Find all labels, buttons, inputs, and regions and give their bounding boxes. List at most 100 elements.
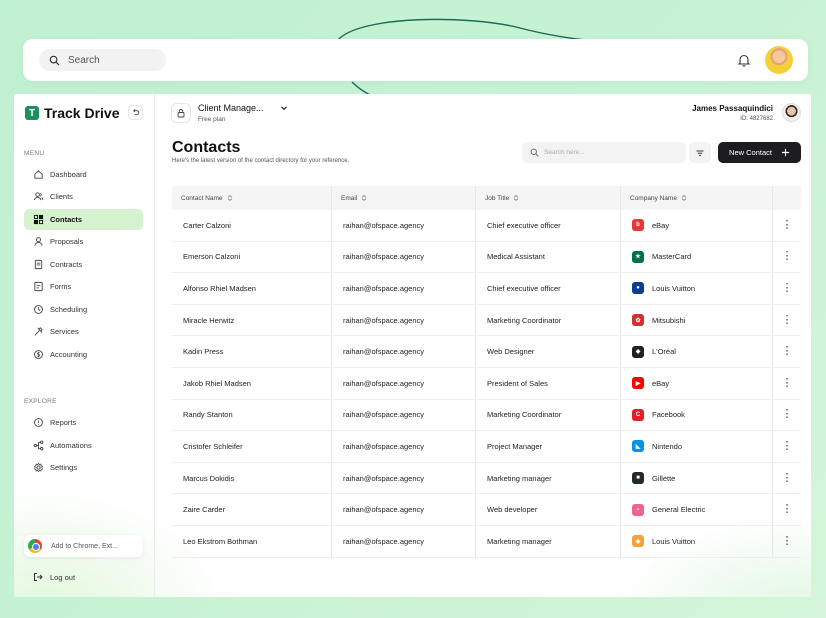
table-row[interactable]: Randy Stanton raihan@ofspace.agency Market… <box>172 399 801 432</box>
contact-search-input[interactable]: Search here... <box>522 142 686 163</box>
table-row[interactable]: Zaire Carder raihan@ofspace.agency Web dev… <box>172 494 801 526</box>
more-options-icon[interactable]: ⋮ <box>782 346 793 357</box>
contact-email: raihan@ofspace.agency <box>343 347 424 357</box>
column-header-label: Job Title <box>485 194 510 202</box>
table-row[interactable]: Emerson Calzoni raihan@ofspace.agency Medi… <box>172 241 801 274</box>
more-options-icon[interactable]: ⋮ <box>782 282 793 294</box>
contact-email: raihan@ofspace.agency <box>343 378 424 388</box>
column-header-company-name[interactable]: Company Name <box>621 186 773 210</box>
more-options-icon[interactable]: ⋮ <box>782 504 793 515</box>
table-row[interactable]: Alfonso Rhiel Madsen raihan@ofspace.agenc… <box>172 273 801 305</box>
bell-icon[interactable] <box>737 53 751 67</box>
workspace-switcher[interactable]: Client Manage... Free plan <box>171 103 288 123</box>
more-options-icon[interactable]: ⋮ <box>782 472 793 484</box>
table-row[interactable]: Jakob Rhiel Madsen raihan@ofspace.agency P… <box>172 367 801 400</box>
company-logo-icon: ▪ <box>632 503 644 516</box>
add-to-chrome-button[interactable]: Add to Chrome, Ext... <box>24 535 143 557</box>
table-row[interactable]: Leo Ekstrom Bothman raihan@ofspace.agency… <box>172 525 801 558</box>
sidebar-item-label: Contacts <box>50 215 83 224</box>
collapse-sidebar-button[interactable] <box>128 105 143 120</box>
email-cell: raihan@ofspace.agency <box>332 304 476 336</box>
job-title: President of Sales <box>487 378 548 388</box>
more-options-icon[interactable]: ⋮ <box>782 409 793 420</box>
sidebar-item-reports[interactable]: Reports <box>24 412 143 433</box>
sidebar: T Track Drive MENU Dashboard Clients Con… <box>14 94 155 597</box>
job-title-cell: Web developer <box>476 494 621 525</box>
email-cell: raihan@ofspace.agency <box>332 462 476 494</box>
automation-icon <box>33 440 44 451</box>
contact-name-cell: Carter Calzoni <box>172 210 332 241</box>
profile-avatar[interactable] <box>765 46 793 74</box>
user-name: James Passaquindici <box>692 104 773 113</box>
lock-icon <box>177 109 185 118</box>
sidebar-item-contracts[interactable]: Contracts <box>24 254 143 275</box>
sidebar-item-forms[interactable]: Forms <box>24 276 143 297</box>
job-title: Web Designer <box>487 347 535 357</box>
email-cell: raihan@ofspace.agency <box>332 273 476 304</box>
sidebar-item-accounting[interactable]: Accounting <box>24 344 143 365</box>
contact-email: raihan@ofspace.agency <box>343 220 424 230</box>
contact-name-cell: Marcus Dokidis <box>172 462 332 494</box>
users-icon <box>33 192 44 201</box>
table-row[interactable]: Kadin Press raihan@ofspace.agency Web Desi… <box>172 336 801 368</box>
column-header-job-title[interactable]: Job Title <box>476 186 621 210</box>
sidebar-item-scheduling[interactable]: Scheduling <box>24 299 143 320</box>
page-title: Contacts <box>172 139 241 156</box>
contact-name-cell: Alfonso Rhiel Madsen <box>172 273 332 304</box>
contact-name-cell: Leo Ekstrom Bothman <box>172 525 332 557</box>
column-header-actions <box>773 186 801 210</box>
job-title: Marketing Coordinator <box>487 410 562 420</box>
sidebar-item-proposals[interactable]: Proposals <box>24 231 143 252</box>
row-actions: ⋮ <box>773 494 801 525</box>
contact-search-placeholder: Search here... <box>544 149 585 156</box>
column-header-contact-name[interactable]: Contact Name <box>172 186 332 210</box>
top-bar: Search <box>23 39 808 81</box>
table-row[interactable]: Marcus Dokidis raihan@ofspace.agency Marke… <box>172 462 801 495</box>
app-window: T Track Drive MENU Dashboard Clients Con… <box>14 94 811 597</box>
sidebar-item-automations[interactable]: Automations <box>24 435 143 456</box>
company-cell: ✿ Mitsubishi <box>621 304 773 336</box>
contact-name: Emerson Calzoni <box>183 252 241 262</box>
column-header-email[interactable]: Email <box>332 186 476 210</box>
more-options-icon[interactable]: ⋮ <box>782 440 793 452</box>
more-options-icon[interactable]: ⋮ <box>782 219 793 231</box>
table-row[interactable]: Carter Calzoni raihan@ofspace.agency Chief… <box>172 210 801 242</box>
user-avatar[interactable] <box>782 103 801 122</box>
filter-icon <box>696 150 704 156</box>
more-options-icon[interactable]: ⋮ <box>782 251 793 262</box>
sidebar-item-label: Accounting <box>50 350 88 359</box>
global-search-input[interactable]: Search <box>39 49 166 71</box>
company-logo-icon: b <box>632 219 644 232</box>
job-title-cell: Chief executive officer <box>476 210 621 241</box>
logout-button[interactable]: Log out <box>33 572 75 582</box>
more-options-icon[interactable]: ⋮ <box>782 535 793 547</box>
company-name: Louis Vuitton <box>652 283 696 293</box>
more-options-icon[interactable]: ⋮ <box>782 377 793 389</box>
table-row[interactable]: Cristofer Schleifer raihan@ofspace.agency… <box>172 431 801 463</box>
global-search-placeholder: Search <box>68 54 100 66</box>
app-logo[interactable]: T Track Drive <box>25 105 120 121</box>
company-cell: ◆ Louis Vuitton <box>621 525 773 557</box>
contact-name-cell: Cristofer Schleifer <box>172 431 332 462</box>
job-title: Marketing Coordinator <box>487 315 562 325</box>
sort-icon <box>681 195 687 201</box>
workspace-name: Client Manage... <box>198 103 264 113</box>
chrome-icon <box>28 539 42 553</box>
email-cell: raihan@ofspace.agency <box>332 399 476 431</box>
new-contact-button[interactable]: New Contact <box>718 142 801 163</box>
sidebar-item-contacts[interactable]: Contacts <box>24 209 143 230</box>
more-options-icon[interactable]: ⋮ <box>782 314 793 326</box>
sidebar-item-dashboard[interactable]: Dashboard <box>24 164 143 185</box>
contact-email: raihan@ofspace.agency <box>343 283 424 293</box>
contact-email: raihan@ofspace.agency <box>343 410 424 420</box>
row-actions: ⋮ <box>773 526 801 557</box>
sidebar-item-settings[interactable]: Settings <box>24 457 143 478</box>
table-row[interactable]: Miracle Herwitz raihan@ofspace.agency Mark… <box>172 304 801 337</box>
filter-button[interactable] <box>689 142 711 163</box>
job-title: Web developer <box>487 505 538 515</box>
job-title: Chief executive officer <box>487 220 561 230</box>
row-actions: ⋮ <box>773 463 801 494</box>
clock-icon <box>34 305 43 314</box>
sidebar-item-services[interactable]: Services <box>24 321 143 342</box>
sidebar-item-clients[interactable]: Clients <box>24 186 143 207</box>
